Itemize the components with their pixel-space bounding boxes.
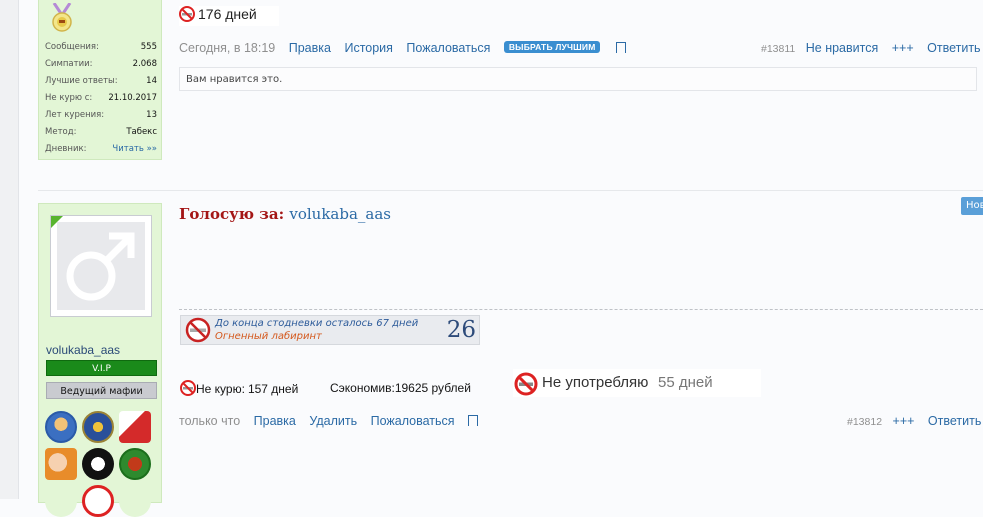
countdown-number: 26 [446,317,476,343]
medal-icon [52,3,72,32]
page-left-gutter [0,0,19,499]
post1-likes-summary: Вам нравится это. [179,67,977,91]
post1-plus-link[interactable]: +++ [892,41,914,55]
post2-plus-link[interactable]: +++ [893,414,915,428]
countdown-text: До конца стодневки осталось 67 дней [215,318,419,329]
post1-history-link[interactable]: История [344,41,392,55]
award-gangster-icon [82,448,114,480]
new-post-badge: Нов [961,197,983,215]
diary-read-link[interactable]: Читать »» [112,141,157,158]
post1-report-link[interactable]: Пожаловаться [406,41,490,55]
avatar[interactable] [50,215,152,317]
vote-statement: Голосую за: volukaba_aas [179,205,391,223]
post-separator [38,190,983,191]
post2-meta-right: #13812 +++ Ответить [847,414,981,428]
mafia-host-badge: Ведущий мафии [46,382,157,399]
post2-edit-link[interactable]: Правка [254,414,296,428]
stat-row-likes: Симпатии: 2.068 [45,59,157,69]
countdown-banner: До конца стодневки осталось 67 дней Огне… [180,315,480,345]
award-hero-icon [45,448,77,480]
post2-meta-bar: только что Правка Удалить Пожаловаться [179,414,488,428]
post2-username[interactable]: volukaba_aas [46,343,120,357]
post2-user-sidebar: volukaba_aas V.I.P Ведущий мафии [38,203,162,517]
post2-post-number[interactable]: #13812 [847,416,882,428]
stat-row-years-smoking: Лет курения: 13 [45,110,157,120]
award-no-smoking-icon [82,485,114,517]
post1-user-sidebar: Сообщения: 555 Симпатии: 2.068 Лучшие отве… [38,0,162,160]
post2-reply-link[interactable]: Ответить [928,414,981,428]
signature-divider [179,309,983,310]
drug-free-counter: Не употребляю 55 дней [513,369,761,397]
stat-row-method: Метод: Табекс [45,127,157,137]
no-smoking-icon [185,317,211,343]
award-medal-icon [119,485,151,517]
post1-meta-right: #13811 Не нравится +++ Ответить [761,41,981,55]
award-cross-icon [119,448,151,480]
vote-username-link[interactable]: volukaba_aas [289,205,391,223]
award-figure-icon [45,485,77,517]
choose-best-button[interactable]: ВЫБРАТЬ ЛУЧШИМ [503,41,601,53]
bookmark-icon[interactable] [615,42,626,53]
stat-row-best-answers: Лучшие ответы: 14 [45,76,157,86]
post2-report-link[interactable]: Пожаловаться [371,414,455,428]
post1-days-counter: 176 дней [179,6,279,26]
award-star-icon [82,411,114,443]
no-smoke-counter: Не курю: 157 дней [180,380,298,396]
post1-dislike-link[interactable]: Не нравится [806,41,879,55]
award-fox-icon [119,411,151,443]
post2-time: только что [179,414,241,428]
no-smoking-icon [179,6,195,22]
no-drugs-icon [514,372,538,396]
stat-row-messages: Сообщения: 555 [45,42,157,52]
stat-row-diary: Дневник: Читать »» [45,141,157,158]
countdown-subtitle: Огненный лабиринт [215,331,322,342]
no-smoking-icon [180,380,196,396]
stat-row-quit-date: Не курю с: 21.10.2017 [45,93,157,103]
post1-time: Сегодня, в 18:19 [179,41,276,55]
vote-label: Голосую за: [179,205,285,223]
post1-edit-link[interactable]: Правка [289,41,331,55]
male-avatar-icon [66,232,135,301]
bookmark-icon[interactable] [468,415,478,426]
vip-rank-badge: V.I.P [46,360,157,376]
post1-user-stats: Сообщения: 555 Симпатии: 2.068 Лучшие отве… [45,39,157,158]
award-portrait-icon [45,411,77,443]
post1-post-number[interactable]: #13811 [761,43,795,55]
post2-delete-link[interactable]: Удалить [309,414,357,428]
post1-reply-link[interactable]: Ответить [927,41,980,55]
avatar-placeholder [57,222,145,310]
post1-meta-bar: Сегодня, в 18:19 Правка История Пожалова… [179,41,636,55]
money-saved-counter: Сэкономив:19625 рублей [330,381,471,395]
